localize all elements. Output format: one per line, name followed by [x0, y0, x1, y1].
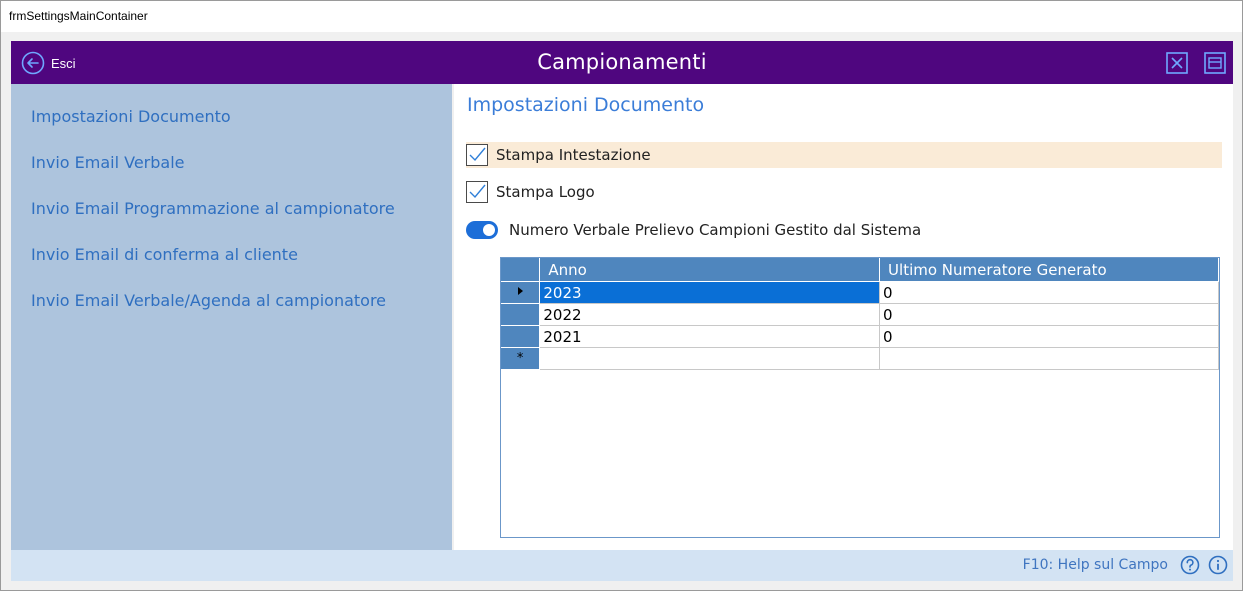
- cell-anno-new[interactable]: [539, 347, 881, 370]
- window-mode-button[interactable]: [1204, 52, 1226, 74]
- row-selector[interactable]: [501, 325, 541, 348]
- table-row[interactable]: 2022 0: [501, 303, 1219, 326]
- cell-numeratore[interactable]: 0: [879, 303, 1219, 326]
- cell-numeratore[interactable]: 0: [879, 281, 1219, 304]
- stampa-logo-label: Stampa Logo: [496, 183, 595, 201]
- option-numero-verbale: Numero Verbale Prelievo Campioni Gestito…: [466, 221, 921, 239]
- window-icon: [1204, 52, 1226, 74]
- table-new-row[interactable]: *: [501, 347, 1219, 370]
- row-header-corner: [501, 258, 541, 282]
- table-row[interactable]: 2021 0: [501, 325, 1219, 348]
- option-stampa-logo[interactable]: Stampa Logo: [466, 179, 1222, 205]
- table-row[interactable]: 2023 0: [501, 281, 1219, 304]
- app-window: frmSettingsMainContainer Esci Campioname…: [0, 0, 1243, 591]
- numeratore-grid[interactable]: Anno Ultimo Numeratore Generato 2023 0 2…: [500, 257, 1220, 538]
- section-title: Impostazioni Documento: [467, 94, 705, 116]
- help-button[interactable]: [1180, 555, 1200, 575]
- close-button[interactable]: [1166, 52, 1188, 74]
- status-bar: F10: Help sul Campo: [11, 550, 1233, 581]
- sidebar-item-invio-email-verbale[interactable]: Invio Email Verbale: [31, 153, 185, 172]
- cell-numeratore-new[interactable]: [879, 347, 1219, 370]
- close-icon: [1166, 52, 1188, 74]
- numero-verbale-toggle[interactable]: [466, 221, 498, 239]
- stampa-logo-checkbox[interactable]: [466, 181, 488, 203]
- column-header-ultimo-numeratore[interactable]: Ultimo Numeratore Generato: [879, 258, 1219, 282]
- checkmark-icon: [469, 147, 486, 162]
- settings-sidebar: Impostazioni Documento Invio Email Verba…: [11, 84, 452, 550]
- header-bar: Esci Campionamenti: [11, 41, 1233, 84]
- info-button[interactable]: [1208, 555, 1228, 575]
- sidebar-item-invio-email-conferma[interactable]: Invio Email di conferma al cliente: [31, 245, 298, 264]
- cell-anno[interactable]: 2021: [539, 325, 881, 348]
- sidebar-item-invio-email-agenda[interactable]: Invio Email Verbale/Agenda al campionato…: [31, 291, 386, 310]
- table-header-row: Anno Ultimo Numeratore Generato: [501, 258, 1219, 282]
- option-stampa-intestazione[interactable]: Stampa Intestazione: [466, 142, 1222, 168]
- row-selector[interactable]: [501, 281, 541, 304]
- help-hint: F10: Help sul Campo: [1022, 557, 1168, 573]
- stampa-intestazione-checkbox[interactable]: [466, 144, 488, 166]
- info-icon: [1208, 555, 1228, 575]
- cell-anno[interactable]: 2023: [539, 281, 881, 304]
- window-titlebar: frmSettingsMainContainer: [1, 1, 1242, 32]
- window-title: frmSettingsMainContainer: [9, 9, 148, 23]
- cell-numeratore[interactable]: 0: [879, 325, 1219, 348]
- settings-panel: Impostazioni Documento Stampa Intestazio…: [454, 84, 1233, 550]
- page-title: Campionamenti: [537, 50, 707, 74]
- stampa-intestazione-label: Stampa Intestazione: [496, 146, 651, 164]
- numero-verbale-label: Numero Verbale Prelievo Campioni Gestito…: [509, 221, 922, 239]
- question-icon: [1180, 555, 1200, 575]
- column-header-anno[interactable]: Anno: [539, 258, 881, 282]
- row-selector[interactable]: [501, 303, 541, 326]
- checkmark-icon: [469, 184, 486, 199]
- cell-anno[interactable]: 2022: [539, 303, 881, 326]
- sidebar-item-impostazioni-documento[interactable]: Impostazioni Documento: [31, 107, 231, 126]
- sidebar-item-invio-email-programmazione[interactable]: Invio Email Programmazione al campionato…: [31, 199, 395, 218]
- numeratore-table: Anno Ultimo Numeratore Generato 2023 0 2…: [501, 258, 1219, 370]
- new-row-marker[interactable]: *: [501, 347, 541, 370]
- current-row-icon: [518, 287, 524, 295]
